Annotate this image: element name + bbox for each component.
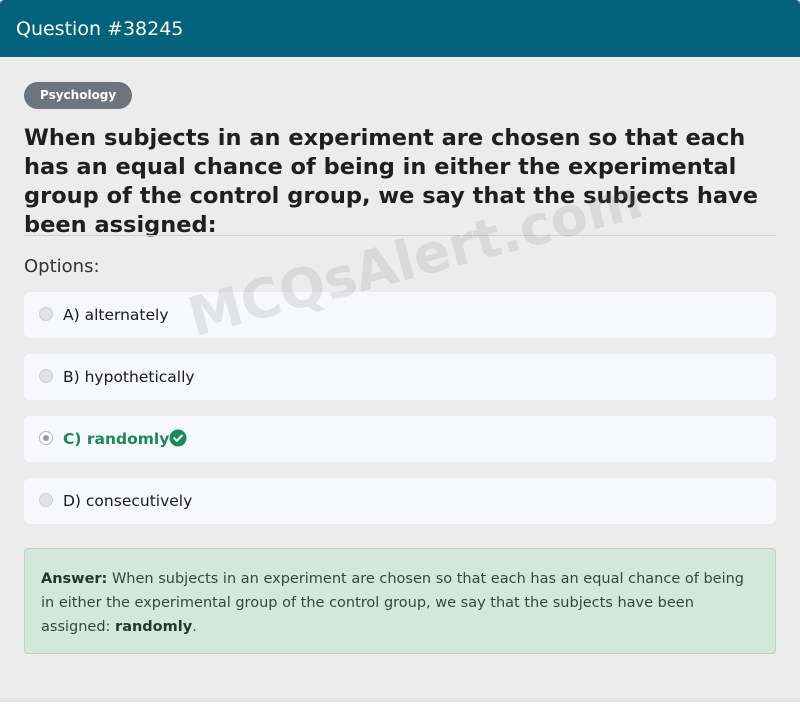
- option-a-label: A) alternately: [63, 306, 169, 324]
- category-badge[interactable]: Psychology: [24, 82, 133, 109]
- question-text: When subjects in an experiment are chose…: [24, 125, 759, 238]
- option-b[interactable]: B) hypothetically: [24, 354, 776, 400]
- question-number: Question #38245: [16, 18, 184, 40]
- radio-option-a[interactable]: [39, 307, 53, 321]
- answer-end: .: [192, 619, 197, 635]
- option-d[interactable]: D) consecutively: [24, 478, 776, 524]
- option-d-label: D) consecutively: [63, 492, 193, 510]
- answer-value: randomly: [115, 619, 193, 635]
- options-label: Options:: [24, 256, 100, 277]
- answer-box: Answer: When subjects in an experiment a…: [24, 548, 776, 654]
- radio-option-c[interactable]: [39, 431, 53, 445]
- divider: [24, 235, 776, 236]
- option-c-label: C) randomly: [63, 430, 170, 448]
- option-b-label: B) hypothetically: [63, 368, 195, 386]
- option-c[interactable]: C) randomly: [24, 416, 776, 462]
- check-circle-icon: [169, 429, 187, 447]
- question-card: Question #38245 Psychology When subjects…: [0, 0, 800, 702]
- radio-option-b[interactable]: [39, 369, 53, 383]
- radio-option-d[interactable]: [39, 493, 53, 507]
- answer-label: Answer:: [41, 571, 108, 587]
- card-header: Question #38245: [0, 0, 800, 57]
- option-a[interactable]: A) alternately: [24, 292, 776, 338]
